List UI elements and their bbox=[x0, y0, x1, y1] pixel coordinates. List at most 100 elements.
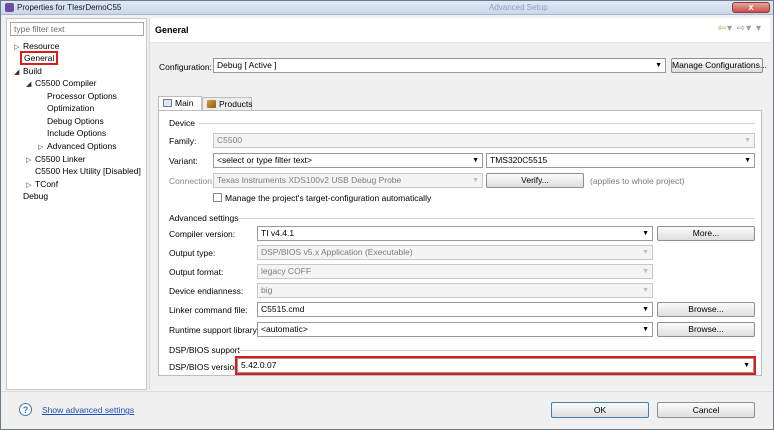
dialog-footer: ? Show advanced settings OK Cancel bbox=[1, 391, 773, 429]
linker-command-file-label: Linker command file: bbox=[169, 305, 248, 315]
ok-button[interactable]: OK bbox=[551, 402, 649, 418]
property-tree-pane: ▷Resource General ◢Build ◢C5500 Compiler… bbox=[6, 18, 147, 390]
tree-item-general[interactable]: General bbox=[20, 51, 59, 65]
output-format-select[interactable]: legacy COFF ▼ bbox=[257, 264, 653, 279]
tree-item-label: Build bbox=[23, 66, 42, 76]
linker-command-file-select[interactable]: C5515.cmd ▼ bbox=[257, 302, 653, 317]
dropdown-arrow-icon: ▼ bbox=[744, 157, 751, 164]
dropdown-arrow-icon: ▼ bbox=[743, 362, 750, 369]
tree-item-debug-options[interactable]: Debug Options bbox=[47, 115, 104, 127]
connection-label: Connection: bbox=[169, 176, 215, 186]
configuration-label: Configuration: bbox=[159, 62, 212, 72]
tree-item-label: Optimization bbox=[47, 103, 95, 113]
device-endianness-label: Device endianness: bbox=[169, 286, 244, 296]
runtime-browse-button[interactable]: Browse... bbox=[657, 322, 755, 337]
help-icon[interactable]: ? bbox=[19, 403, 32, 416]
tree-item-label: General bbox=[20, 51, 59, 65]
runtime-library-label: Runtime support library: bbox=[169, 325, 260, 335]
collapse-arrow-icon[interactable]: ◢ bbox=[26, 79, 35, 91]
family-label: Family: bbox=[169, 136, 197, 146]
tree-item-advanced-options[interactable]: ▷ Advanced Options bbox=[38, 140, 116, 152]
app-icon bbox=[5, 3, 14, 12]
output-type-select[interactable]: DSP/BIOS v5.x Application (Executable) ▼ bbox=[257, 245, 653, 260]
output-format-label: Output format: bbox=[169, 267, 224, 277]
view-menu-icon[interactable]: ▾ bbox=[756, 23, 762, 34]
variant-filter-input[interactable]: <select or type filter text> ▼ bbox=[213, 153, 483, 168]
tree-item-label: Processor Options bbox=[47, 91, 117, 101]
dropdown-arrow-icon: ▼ bbox=[642, 249, 649, 256]
collapse-arrow-icon[interactable]: ◢ bbox=[14, 67, 23, 79]
background-window-title: Advanced Setup bbox=[489, 3, 548, 12]
tree-item-label: Debug bbox=[23, 191, 49, 201]
variant-label: Variant: bbox=[169, 156, 198, 166]
manage-target-checkbox[interactable] bbox=[213, 193, 222, 202]
tree-item-label: TConf bbox=[35, 179, 59, 189]
tree-item-label: C5500 Hex Utility [Disabled] bbox=[35, 166, 141, 176]
family-select[interactable]: C5500 ▼ bbox=[213, 133, 755, 148]
page-title: General bbox=[155, 25, 189, 35]
history-nav: ⇦▾ ⇨▾ ▾ bbox=[718, 23, 762, 34]
property-page: General ⇦▾ ⇨▾ ▾ Configuration: Debug [ A… bbox=[149, 18, 770, 390]
dropdown-arrow-icon: ▼ bbox=[642, 230, 649, 237]
compiler-version-label: Compiler version: bbox=[169, 229, 236, 239]
more-button[interactable]: More... bbox=[657, 226, 755, 241]
dropdown-arrow-icon: ▼ bbox=[642, 326, 649, 333]
manage-configurations-button[interactable]: Manage Configurations... bbox=[671, 58, 767, 73]
dropdown-arrow-icon: ▼ bbox=[472, 177, 479, 184]
show-advanced-settings-link[interactable]: Show advanced settings bbox=[42, 405, 134, 415]
verify-hint: (applies to whole project) bbox=[590, 176, 685, 186]
connection-select[interactable]: Texas Instruments XDS100v2 USB Debug Pro… bbox=[213, 173, 483, 188]
forward-menu-icon[interactable]: ▾ bbox=[746, 23, 752, 34]
main-tab-icon bbox=[163, 99, 172, 107]
output-type-label: Output type: bbox=[169, 248, 216, 258]
back-menu-icon[interactable]: ▾ bbox=[727, 23, 733, 34]
dspbios-version-select[interactable]: 5.42.0.07 ▼ bbox=[237, 358, 754, 373]
back-arrow-icon[interactable]: ⇦ bbox=[718, 23, 727, 34]
dspbios-version-label: DSP/BIOS version: bbox=[169, 362, 242, 372]
tree-item-label: C5500 Compiler bbox=[35, 78, 97, 88]
advanced-group-title: Advanced settings bbox=[169, 213, 239, 223]
close-button[interactable]: x bbox=[732, 2, 770, 13]
runtime-library-select[interactable]: <automatic> ▼ bbox=[257, 322, 653, 337]
dropdown-arrow-icon: ▼ bbox=[655, 62, 662, 69]
device-endianness-select[interactable]: big ▼ bbox=[257, 283, 653, 298]
expand-arrow-icon[interactable]: ▷ bbox=[26, 155, 35, 167]
filter-input[interactable] bbox=[10, 22, 144, 36]
title-bar[interactable]: Properties for TIesrDemoC55 Advanced Set… bbox=[1, 1, 773, 15]
configuration-select[interactable]: Debug [ Active ] ▼ bbox=[213, 58, 666, 73]
verify-button[interactable]: Verify... bbox=[486, 173, 584, 188]
tree-item-label: C5500 Linker bbox=[35, 154, 86, 164]
tab-main[interactable]: Main bbox=[158, 96, 202, 111]
tree-item-hex-utility[interactable]: C5500 Hex Utility [Disabled] bbox=[35, 165, 141, 177]
products-tab-icon bbox=[207, 100, 216, 108]
tree-item-debug[interactable]: Debug bbox=[23, 190, 48, 202]
main-tab-panel: Device Family: C5500 ▼ Variant: <select o… bbox=[158, 110, 762, 376]
tree-item-tconf[interactable]: ▷ TConf bbox=[26, 178, 58, 190]
tree-item-label: Debug Options bbox=[47, 116, 104, 126]
forward-arrow-icon[interactable]: ⇨ bbox=[737, 23, 746, 34]
cancel-button[interactable]: Cancel bbox=[657, 402, 755, 418]
tree-item-label: Resource bbox=[23, 41, 60, 51]
window-title: Properties for TIesrDemoC55 bbox=[17, 3, 122, 12]
group-divider bbox=[199, 123, 755, 124]
tree-item-optimization[interactable]: Optimization bbox=[47, 102, 94, 114]
tree-item-label: Include Options bbox=[47, 128, 107, 138]
page-header: General ⇦▾ ⇨▾ ▾ bbox=[150, 18, 770, 43]
tree-item-processor-options[interactable]: Processor Options bbox=[47, 90, 117, 102]
linker-browse-button[interactable]: Browse... bbox=[657, 302, 755, 317]
group-divider bbox=[237, 350, 755, 351]
variant-select[interactable]: TMS320C5515 ▼ bbox=[486, 153, 755, 168]
dropdown-arrow-icon: ▼ bbox=[642, 306, 649, 313]
dropdown-arrow-icon: ▼ bbox=[642, 268, 649, 275]
compiler-version-select[interactable]: TI v4.4.1 ▼ bbox=[257, 226, 653, 241]
tree-item-linker[interactable]: ▷ C5500 Linker bbox=[26, 153, 86, 165]
dropdown-arrow-icon: ▼ bbox=[744, 137, 751, 144]
tree-item-compiler[interactable]: ◢ C5500 Compiler bbox=[26, 77, 96, 89]
tree-item-build[interactable]: ◢ Build bbox=[14, 65, 42, 77]
group-divider bbox=[237, 218, 755, 219]
dropdown-arrow-icon: ▼ bbox=[472, 157, 479, 164]
manage-target-label: Manage the project's target-configuratio… bbox=[225, 193, 432, 203]
dspbios-group-title: DSP/BIOS support bbox=[169, 345, 240, 355]
tree-item-label: Advanced Options bbox=[47, 141, 117, 151]
tree-item-include-options[interactable]: Include Options bbox=[47, 127, 106, 139]
